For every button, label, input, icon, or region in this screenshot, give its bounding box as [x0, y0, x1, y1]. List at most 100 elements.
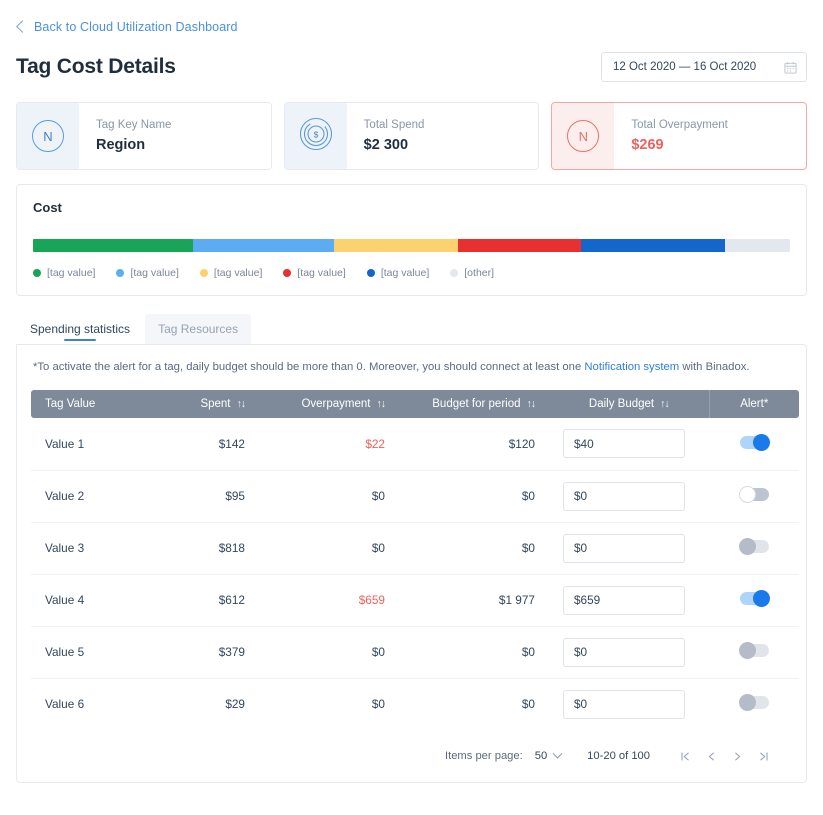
legend-color-dot: [116, 269, 125, 277]
cell-daily-budget: [549, 522, 709, 574]
svg-text:$: $: [313, 129, 318, 139]
card-label: Tag Key Name: [96, 119, 172, 131]
legend-item: [tag value]: [33, 267, 95, 279]
cost-stacked-bar: [33, 239, 790, 252]
first-page-icon[interactable]: [672, 743, 698, 769]
table-body: Value 1 $142 $22 $120 Value 2 $95 $0 $0 Value 3 $…: [31, 418, 799, 730]
tab-tag-resources[interactable]: Tag Resources: [145, 314, 252, 344]
previous-page-icon[interactable]: [698, 743, 724, 769]
column-label: Daily Budget: [588, 398, 655, 410]
cell-tag-value: Value 1: [45, 436, 85, 451]
next-page-icon[interactable]: [724, 743, 750, 769]
legend-item: [tag value]: [116, 267, 179, 279]
tab-spending-statistics[interactable]: Spending statistics: [17, 314, 144, 344]
legend-item: [other]: [450, 267, 494, 279]
column-label: Spent: [200, 398, 231, 410]
column-label: Alert*: [740, 398, 769, 410]
legend-item: [tag value]: [366, 267, 429, 279]
cell-overpayment: $0: [371, 541, 385, 555]
date-range-value: 12 Oct 2020 — 16 Oct 2020: [613, 61, 757, 73]
cost-bar-segment: [581, 239, 725, 252]
daily-budget-input[interactable]: [563, 637, 685, 667]
alert-toggle[interactable]: [739, 590, 770, 607]
alert-toggle: [738, 642, 769, 659]
toggle-knob: [738, 694, 756, 712]
card-body: Total Spend $2 300: [347, 103, 539, 169]
card-value: $269: [631, 137, 664, 153]
cell-tag-value: Value 3: [45, 541, 85, 555]
column-header-daily-budget[interactable]: Daily Budget ↑↓: [549, 390, 709, 418]
column-header-budget-for-period[interactable]: Budget for period ↑↓: [399, 390, 549, 418]
table-row: Value 1 $142 $22 $120: [31, 418, 799, 470]
cell-daily-budget: [549, 418, 709, 470]
cell-daily-budget: [549, 470, 709, 522]
column-header-tag-value[interactable]: Tag Value: [31, 390, 149, 418]
card-body: Tag Key Name Region: [79, 103, 271, 169]
cell-budget-for-period: $0: [521, 489, 535, 503]
sort-icon[interactable]: ↑↓: [237, 398, 246, 410]
sort-icon[interactable]: ↑↓: [660, 398, 669, 410]
alert-toggle: [738, 694, 769, 712]
cell-alert: [709, 574, 799, 626]
cell-budget-for-period: $120: [508, 436, 535, 451]
summary-card-total-spend: $ Total Spend $2 300: [283, 102, 540, 170]
legend-color-dot: [450, 269, 459, 277]
daily-budget-input[interactable]: [563, 533, 685, 563]
pagination: Items per page: 50 10-20 of 100: [31, 730, 792, 782]
alert-toggle[interactable]: [738, 486, 769, 503]
letter-n-icon: N: [32, 120, 64, 152]
last-page-icon[interactable]: [750, 743, 776, 769]
cell-overpayment: $659: [358, 593, 385, 607]
card-icon-container: N: [17, 103, 79, 169]
table-row: Value 4 $612 $659 $1 977: [31, 574, 799, 626]
notification-system-link[interactable]: Notification system: [584, 361, 679, 373]
cell-budget-for-period: $1 977: [498, 593, 535, 607]
column-header-alert: Alert*: [708, 390, 799, 418]
cost-bar-segment: [193, 239, 335, 252]
column-header-overpayment[interactable]: Overpayment ↑↓: [259, 390, 399, 418]
spending-statistics-table: Tag Value Spent ↑↓ Overpayment ↑↓ Budget…: [31, 390, 799, 730]
items-per-page-select[interactable]: 50: [535, 748, 563, 762]
cost-legend: [tag value] [tag value] [tag value] [tag va…: [33, 267, 790, 279]
tab-label: Tag Resources: [158, 322, 239, 336]
card-value: $2 300: [363, 137, 409, 153]
cell-daily-budget: [549, 678, 709, 730]
daily-budget-input[interactable]: [563, 689, 685, 719]
cost-panel: Cost [tag value] [tag value] [tag value] [t…: [16, 184, 807, 296]
legend-label: [tag value]: [213, 267, 263, 279]
chevron-left-icon: [16, 20, 29, 33]
card-value: Region: [96, 137, 146, 153]
date-range-picker[interactable]: 12 Oct 2020 — 16 Oct 2020: [601, 52, 807, 82]
card-label: Total Spend: [363, 119, 425, 131]
page-title: Tag Cost Details: [16, 55, 176, 78]
pagination-range: 10-20 of 100: [587, 750, 650, 762]
alert-toggle[interactable]: [739, 433, 770, 451]
cell-spent: $818: [218, 541, 245, 555]
alert-note-text-pre: *To activate the alert for a tag, daily …: [33, 361, 585, 373]
sort-icon[interactable]: ↑↓: [527, 398, 536, 410]
cell-alert: [709, 626, 799, 678]
daily-budget-input[interactable]: [563, 585, 685, 615]
legend-item: [tag value]: [283, 267, 346, 279]
sort-icon[interactable]: ↑↓: [377, 398, 386, 410]
toggle-knob: [738, 538, 756, 555]
table-header-row: Tag Value Spent ↑↓ Overpayment ↑↓ Budget…: [31, 390, 799, 418]
daily-budget-input[interactable]: [563, 429, 685, 459]
column-header-spent[interactable]: Spent ↑↓: [149, 390, 259, 418]
cell-alert: [709, 470, 799, 522]
column-label: Tag Value: [45, 398, 96, 410]
card-body: Total Overpayment $269: [614, 103, 806, 169]
daily-budget-input[interactable]: [563, 481, 685, 511]
cell-daily-budget: [549, 626, 709, 678]
back-link[interactable]: Back to Cloud Utilization Dashboard: [16, 14, 807, 40]
cell-tag-value: Value 4: [45, 593, 85, 607]
summary-card-tag-key-name: N Tag Key Name Region: [16, 102, 272, 170]
legend-label: [tag value]: [47, 267, 96, 279]
cell-daily-budget: [549, 574, 709, 626]
alert-note: *To activate the alert for a tag, daily …: [31, 361, 792, 373]
summary-cards: N Tag Key Name Region $ Total Spend $2 3…: [16, 102, 808, 170]
alert-toggle: [738, 538, 769, 555]
table-header: Tag Value Spent ↑↓ Overpayment ↑↓ Budget…: [31, 390, 799, 418]
legend-color-dot: [199, 269, 208, 277]
alert-note-text-post: with Binadox.: [679, 361, 750, 373]
